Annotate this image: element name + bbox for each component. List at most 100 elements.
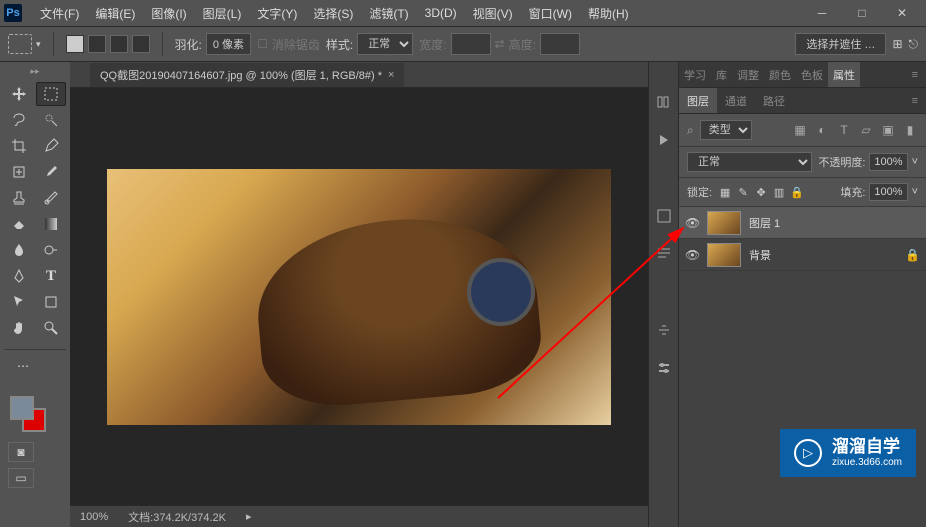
path-select-tool[interactable]	[4, 290, 34, 314]
filter-pixel-icon[interactable]: ▦	[792, 122, 808, 138]
layer-thumbnail[interactable]	[707, 243, 741, 267]
menu-select[interactable]: 选择(S)	[305, 0, 361, 26]
dodge-tool[interactable]	[36, 238, 66, 262]
filter-smart-icon[interactable]: ▣	[880, 122, 896, 138]
visibility-icon[interactable]: 👁	[685, 248, 699, 262]
filter-type-icon[interactable]: T	[836, 122, 852, 138]
hand-tool[interactable]	[4, 316, 34, 340]
lasso-tool[interactable]	[4, 108, 34, 132]
mask-button[interactable]: 选择并遮住 …	[795, 33, 886, 55]
eyedropper-tool[interactable]	[36, 134, 66, 158]
menu-file[interactable]: 文件(F)	[32, 0, 87, 26]
menu-window[interactable]: 窗口(W)	[521, 0, 580, 26]
zoom-level[interactable]: 100%	[80, 511, 108, 523]
window-close-button[interactable]: ✕	[882, 0, 922, 26]
crop-tool[interactable]	[4, 134, 34, 158]
selection-add-button[interactable]	[88, 35, 106, 53]
healing-tool[interactable]	[4, 160, 34, 184]
history-brush-tool[interactable]	[36, 186, 66, 210]
lock-all-icon[interactable]: 🔒	[790, 185, 804, 199]
tab-adjustments[interactable]: 调整	[732, 62, 764, 87]
tab-channels[interactable]: 通道	[717, 88, 755, 113]
search-icon[interactable]: ⌕	[687, 123, 694, 138]
quickselect-tool[interactable]	[36, 108, 66, 132]
filter-shape-icon[interactable]: ▱	[858, 122, 874, 138]
document-tab-title: QQ截图20190407164607.jpg @ 100% (图层 1, RGB…	[100, 67, 382, 83]
layer-thumbnail[interactable]	[707, 211, 741, 235]
menu-filter[interactable]: 滤镜(T)	[361, 0, 416, 26]
tool-preset-icon[interactable]: ▾	[8, 34, 41, 54]
menu-layer[interactable]: 图层(L)	[195, 0, 250, 26]
close-icon[interactable]: ×	[388, 69, 394, 81]
chevron-down-icon[interactable]: ˅	[912, 156, 918, 168]
type-tool[interactable]: T	[36, 264, 66, 288]
layer-filter-select[interactable]: 类型	[700, 120, 752, 140]
layer-row[interactable]: 👁 背景 🔒	[679, 239, 926, 271]
pen-tool[interactable]	[4, 264, 34, 288]
selection-intersect-button[interactable]	[132, 35, 150, 53]
chevron-down-icon[interactable]: ˅	[912, 186, 918, 198]
history-panel-icon[interactable]	[654, 92, 674, 112]
feather-input[interactable]: 0 像素	[206, 33, 251, 55]
stamp-tool[interactable]	[4, 186, 34, 210]
tab-properties[interactable]: 属性	[828, 62, 860, 87]
edit-toolbar-button[interactable]: ⋯	[8, 354, 38, 378]
blur-tool[interactable]	[4, 238, 34, 262]
selection-new-button[interactable]	[66, 35, 84, 53]
lock-position-icon[interactable]: ✥	[754, 185, 768, 199]
visibility-icon[interactable]: 👁	[685, 216, 699, 230]
menu-3d[interactable]: 3D(D)	[417, 0, 465, 26]
menu-edit[interactable]: 编辑(E)	[87, 0, 143, 26]
color-swatches[interactable]	[10, 396, 66, 436]
eraser-tool[interactable]	[4, 212, 34, 236]
fill-value[interactable]: 100%	[869, 183, 907, 201]
menu-help[interactable]: 帮助(H)	[580, 0, 637, 26]
layer-name[interactable]: 图层 1	[749, 215, 780, 231]
actions-panel-icon[interactable]	[654, 130, 674, 150]
quickmask-button[interactable]: ◙	[8, 442, 34, 462]
brush-tool[interactable]	[36, 160, 66, 184]
panel-menu-icon[interactable]: ≡	[904, 62, 926, 87]
swatches-panel-icon[interactable]	[654, 358, 674, 378]
lock-image-icon[interactable]: ✎	[736, 185, 750, 199]
opacity-value[interactable]: 100%	[869, 153, 907, 171]
doc-info-chevron-icon[interactable]: ▸	[246, 510, 252, 523]
paragraph-panel-icon[interactable]	[654, 244, 674, 264]
tab-layers[interactable]: 图层	[679, 88, 717, 113]
menu-view[interactable]: 视图(V)	[465, 0, 521, 26]
canvas[interactable]	[70, 88, 648, 505]
foreground-color[interactable]	[10, 396, 34, 420]
tab-swatches[interactable]: 色板	[796, 62, 828, 87]
screenmode-button[interactable]: ▭	[8, 468, 34, 488]
layers-panel-menu-icon[interactable]: ≡	[904, 88, 926, 113]
style-select[interactable]: 正常	[357, 33, 413, 55]
layer-name[interactable]: 背景	[749, 247, 771, 263]
search-icon[interactable]: ⎋	[909, 37, 919, 52]
window-minimize-button[interactable]: ─	[802, 0, 842, 26]
filter-adjust-icon[interactable]: ◐	[814, 122, 830, 138]
window-maximize-button[interactable]: □	[842, 0, 882, 26]
tab-paths[interactable]: 路径	[755, 88, 793, 113]
menu-image[interactable]: 图像(I)	[143, 0, 194, 26]
marquee-tool[interactable]	[36, 82, 66, 106]
selection-subtract-button[interactable]	[110, 35, 128, 53]
lock-artboard-icon[interactable]: ▥	[772, 185, 786, 199]
zoom-tool[interactable]	[36, 316, 66, 340]
filter-toggle-icon[interactable]: ▮	[902, 122, 918, 138]
layer-row[interactable]: 👁 图层 1	[679, 207, 926, 239]
lock-transparent-icon[interactable]: ▦	[718, 185, 732, 199]
tab-learn[interactable]: 学习	[679, 62, 711, 87]
document-tab[interactable]: QQ截图20190407164607.jpg @ 100% (图层 1, RGB…	[90, 63, 404, 87]
toolbox-collapse[interactable]: ▸▸	[4, 66, 66, 78]
brushes-panel-icon[interactable]	[654, 320, 674, 340]
blend-mode-select[interactable]: 正常	[687, 152, 812, 172]
tab-libraries[interactable]: 库	[711, 62, 732, 87]
shape-tool[interactable]	[36, 290, 66, 314]
character-panel-icon[interactable]	[654, 206, 674, 226]
tab-color[interactable]: 颜色	[764, 62, 796, 87]
gradient-tool[interactable]	[36, 212, 66, 236]
menu-type[interactable]: 文字(Y)	[249, 0, 305, 26]
move-tool[interactable]	[4, 82, 34, 106]
options-bar: ▾ 羽化: 0 像素 ☐ 消除锯齿 样式: 正常 宽度: ⇄ 高度: 选择并遮住…	[0, 26, 926, 62]
workspace-icon[interactable]: ⊞	[892, 37, 902, 51]
